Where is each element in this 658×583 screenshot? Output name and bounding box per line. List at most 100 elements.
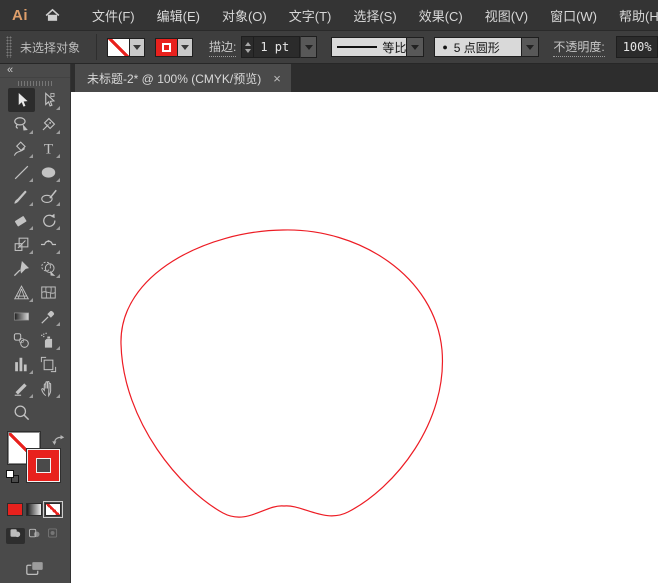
opacity-input[interactable]: 100% bbox=[615, 36, 658, 58]
gradient-tool[interactable] bbox=[8, 304, 35, 328]
control-separator bbox=[96, 34, 98, 60]
fill-color-dropdown[interactable] bbox=[107, 37, 146, 57]
stroke-weight-label[interactable]: 描边: bbox=[209, 38, 237, 57]
column-graph-icon bbox=[12, 355, 31, 374]
opacity-label[interactable]: 不透明度: bbox=[553, 38, 605, 57]
width-tool[interactable] bbox=[35, 232, 62, 256]
stroke-proxy-swatch[interactable] bbox=[27, 449, 60, 483]
menu-object[interactable]: 对象(O) bbox=[211, 6, 278, 25]
scale-tool[interactable] bbox=[8, 232, 35, 256]
perspective-grid-icon bbox=[12, 283, 31, 302]
chevron-down-icon bbox=[304, 44, 313, 50]
menu-window[interactable]: 窗口(W) bbox=[539, 6, 608, 25]
menu-type[interactable]: 文字(T) bbox=[278, 6, 343, 25]
eraser-icon bbox=[12, 211, 31, 230]
artboard-tool[interactable] bbox=[35, 352, 62, 376]
selection-icon bbox=[12, 91, 31, 110]
column-graph-tool[interactable] bbox=[8, 352, 35, 376]
blend-icon bbox=[12, 331, 31, 350]
menu-edit[interactable]: 编辑(E) bbox=[146, 6, 211, 25]
brush-value: 5 点圆形 bbox=[453, 40, 500, 55]
artboard-canvas[interactable] bbox=[71, 92, 658, 583]
tab-close-icon[interactable]: × bbox=[273, 72, 281, 85]
rotate-tool[interactable] bbox=[35, 208, 62, 232]
document-tab[interactable]: 未标题-2* @ 100% (CMYK/预览) × bbox=[75, 64, 291, 92]
eraser-tool[interactable] bbox=[8, 208, 35, 232]
width-profile-dropdown[interactable]: 等比 bbox=[331, 37, 408, 57]
hand-tool[interactable] bbox=[35, 376, 62, 400]
ellipse-tool[interactable] bbox=[35, 160, 62, 184]
puppet-warp-tool[interactable] bbox=[8, 256, 35, 280]
width-icon bbox=[39, 235, 58, 254]
stroke-weight-stepper[interactable] bbox=[241, 36, 255, 58]
apple-outline-path[interactable] bbox=[120, 229, 444, 518]
color-button[interactable] bbox=[7, 502, 23, 516]
slice-tool[interactable] bbox=[8, 376, 35, 400]
symbol-sprayer-tool[interactable] bbox=[35, 328, 62, 352]
perspective-grid-tool[interactable] bbox=[8, 280, 35, 304]
mesh-tool[interactable] bbox=[35, 280, 62, 304]
menu-file[interactable]: 文件(F) bbox=[81, 6, 146, 25]
pen-icon bbox=[39, 115, 58, 134]
stroke-color-dropdown[interactable] bbox=[155, 37, 194, 57]
shape-builder-icon bbox=[39, 259, 58, 278]
stroke-weight-dropdown[interactable] bbox=[300, 36, 318, 58]
type-tool[interactable]: T bbox=[35, 136, 62, 160]
draw-behind-button[interactable] bbox=[25, 528, 44, 544]
selection-tool[interactable] bbox=[8, 88, 35, 113]
curvature-icon bbox=[12, 139, 31, 158]
type-icon: T bbox=[39, 139, 58, 158]
paintbrush-tool[interactable] bbox=[8, 184, 35, 208]
document-area: 未标题-2* @ 100% (CMYK/预览) × bbox=[71, 64, 658, 583]
rotate-icon bbox=[39, 211, 58, 230]
menu-effect[interactable]: 效果(C) bbox=[408, 6, 474, 25]
brush-preview-icon: ● bbox=[442, 41, 448, 52]
fill-chevron[interactable] bbox=[130, 37, 146, 57]
toolbar-grip[interactable] bbox=[0, 78, 70, 88]
svg-text:T: T bbox=[44, 141, 53, 157]
stroke-chevron[interactable] bbox=[178, 37, 194, 57]
lasso-tool[interactable] bbox=[8, 112, 35, 136]
pen-tool[interactable] bbox=[35, 112, 62, 136]
ellipse-icon bbox=[39, 163, 58, 182]
direct-selection-tool[interactable] bbox=[35, 88, 62, 112]
menu-select[interactable]: 选择(S) bbox=[342, 6, 407, 25]
eyedropper-tool[interactable] bbox=[35, 304, 62, 328]
default-fill-stroke-icon[interactable] bbox=[6, 470, 21, 484]
stroke-weight-input[interactable]: 1 pt bbox=[254, 36, 301, 58]
brush-chevron[interactable] bbox=[522, 37, 540, 57]
menu-items: 文件(F) 编辑(E) 对象(O) 文字(T) 选择(S) 效果(C) 视图(V) 窗口(W)… bbox=[81, 6, 658, 25]
screen-mode-button[interactable] bbox=[23, 558, 47, 583]
draw-normal-button[interactable] bbox=[6, 527, 25, 544]
zoom-icon bbox=[12, 403, 31, 422]
fill-stroke-section bbox=[0, 432, 70, 499]
stepper-down-icon bbox=[244, 48, 251, 53]
artboard-icon bbox=[39, 355, 58, 374]
shape-builder-tool[interactable] bbox=[35, 256, 62, 280]
width-profile-chevron[interactable] bbox=[407, 37, 425, 57]
curvature-tool[interactable] bbox=[8, 136, 35, 160]
control-bar-grip[interactable] bbox=[6, 36, 12, 58]
brush-definition-dropdown[interactable]: ● 5 点圆形 bbox=[434, 37, 523, 57]
line-segment-tool[interactable] bbox=[8, 160, 35, 184]
none-button[interactable] bbox=[43, 500, 63, 518]
hand-icon bbox=[39, 379, 58, 398]
shaper-tool[interactable] bbox=[35, 184, 62, 208]
chevron-down-icon bbox=[526, 44, 535, 50]
line-icon bbox=[12, 163, 31, 182]
menu-view[interactable]: 视图(V) bbox=[474, 6, 539, 25]
swap-fill-stroke-icon[interactable] bbox=[51, 433, 65, 452]
gradient-button[interactable] bbox=[26, 502, 42, 516]
symbol-sprayer-icon bbox=[39, 331, 58, 350]
zoom-tool[interactable] bbox=[8, 400, 35, 424]
chevron-down-icon bbox=[181, 44, 190, 50]
tools-panel: « T bbox=[0, 64, 71, 583]
blend-tool[interactable] bbox=[8, 328, 35, 352]
width-profile-value: 等比 bbox=[382, 40, 407, 55]
main-area: « T 未标题-2* @ 100% (CMYK/预览) × bbox=[0, 64, 658, 583]
lasso-icon bbox=[12, 115, 31, 134]
illustrator-window: Ai 文件(F) 编辑(E) 对象(O) 文字(T) 选择(S) 效果(C) 视图(V) 窗口… bbox=[0, 0, 658, 583]
menu-help[interactable]: 帮助(H) bbox=[608, 6, 658, 25]
toolbar-collapse-button[interactable]: « bbox=[0, 64, 70, 78]
home-icon[interactable] bbox=[44, 7, 61, 24]
